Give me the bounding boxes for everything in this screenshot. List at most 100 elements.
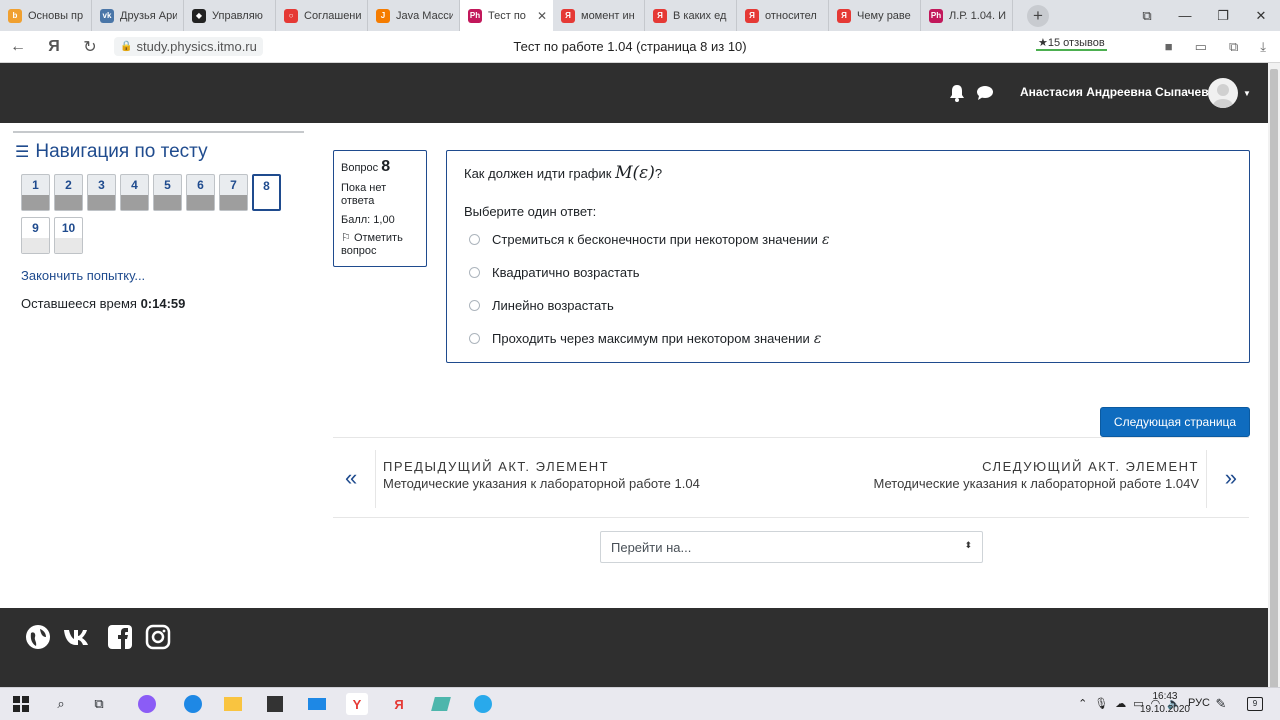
cloud-icon[interactable]: ☁: [1115, 697, 1126, 710]
page-scrollbar[interactable]: [1268, 63, 1280, 689]
answer-radio[interactable]: [469, 234, 480, 245]
file-explorer-icon[interactable]: [222, 693, 244, 715]
question-nav-button[interactable]: 5: [153, 174, 182, 211]
next-activity-heading[interactable]: СЛЕДУЮЩИЙ АКТ. ЭЛЕМЕНТ: [982, 459, 1199, 474]
back-icon[interactable]: ←: [0, 38, 36, 56]
browser-tab[interactable]: Я Чему раве: [829, 0, 921, 31]
browser-tab[interactable]: Ph Л.Р. 1.04. И: [921, 0, 1013, 31]
browser-tab[interactable]: Я В каких ед: [645, 0, 737, 31]
yandex-icon[interactable]: Я: [388, 693, 410, 715]
question-nav-button[interactable]: 1: [21, 174, 50, 211]
url-text: study.physics.itmo.ru: [136, 39, 257, 54]
url-field[interactable]: 🔒 study.physics.itmo.ru: [114, 37, 263, 56]
next-page-button[interactable]: Следующая страница: [1100, 407, 1250, 437]
finish-attempt-link[interactable]: Закончить попытку...: [21, 268, 304, 283]
previous-activity-arrow-icon[interactable]: «: [345, 465, 357, 491]
answer-radio[interactable]: [469, 300, 480, 311]
user-name[interactable]: Анастасия Андреевна Сыпачева: [1020, 85, 1215, 99]
pen-workspace-icon[interactable]: ✎: [1210, 693, 1232, 715]
windows-start-icon[interactable]: [10, 693, 32, 715]
question-info: Вопрос 8 Пока нет ответа Балл: 1,00 ⚐ От…: [333, 150, 427, 267]
close-tab-icon[interactable]: ✕: [537, 9, 547, 23]
store-icon[interactable]: [264, 693, 286, 715]
bookmark-icon[interactable]: ■: [1165, 39, 1173, 55]
tab-title: Управляю: [212, 9, 263, 22]
previous-activity-link[interactable]: Методические указания к лабораторной раб…: [383, 476, 700, 491]
avatar[interactable]: [1208, 78, 1238, 108]
chevron-down-icon[interactable]: ▼: [1243, 89, 1251, 98]
globe-icon[interactable]: [25, 624, 51, 650]
reviews-badge[interactable]: ★15 отзывов: [1036, 36, 1107, 51]
browser-tab[interactable]: b Основы пр: [0, 0, 92, 31]
time-left-value: 0:14:59: [140, 296, 186, 311]
chat-icon[interactable]: [976, 85, 994, 101]
next-activity-arrow-icon[interactable]: »: [1225, 465, 1237, 491]
question-nav-label: 6: [197, 178, 204, 192]
new-tab-button[interactable]: +: [1027, 5, 1049, 27]
minimize-button[interactable]: —: [1166, 0, 1204, 31]
browser-tab[interactable]: ◆ Управляю: [184, 0, 276, 31]
chevron-up-icon[interactable]: ⌃: [1078, 697, 1087, 710]
answer-option[interactable]: Квадратично возрастать: [469, 256, 829, 289]
browser-tab[interactable]: J Java Масси: [368, 0, 460, 31]
question-nav-label: 10: [61, 221, 76, 235]
answer-radio[interactable]: [469, 267, 480, 278]
close-window-button[interactable]: ✕: [1242, 0, 1280, 31]
app-icon[interactable]: [430, 693, 452, 715]
answer-symbol: ε: [813, 330, 822, 347]
divider: [375, 450, 376, 508]
microphone-icon[interactable]: 🎙: [1094, 697, 1108, 710]
answer-option[interactable]: Линейно возрастать: [469, 289, 829, 322]
question-nav-label: 5: [164, 178, 171, 192]
answer-radio[interactable]: [469, 333, 480, 344]
tab-title: момент ин: [581, 9, 635, 22]
question-nav-button[interactable]: 7: [219, 174, 248, 211]
flag-question-button[interactable]: ⚐ Отметить вопрос: [341, 232, 419, 258]
instagram-icon[interactable]: [145, 624, 171, 650]
question-nav-button[interactable]: 4: [120, 174, 149, 211]
browser-tabs: b Основы пр vk Друзья Ари ◆ Управляю ○ Соглашен…: [0, 0, 1013, 31]
taskbar-clock[interactable]: 16:43 19.10.2020: [1140, 690, 1190, 716]
browser-tab[interactable]: vk Друзья Ари: [92, 0, 184, 31]
question-content: Как должен идти график M(ε)? Выберите од…: [446, 150, 1250, 363]
question-text: Как должен идти график M(ε)?: [464, 163, 662, 183]
browser-tab[interactable]: Яотносител: [737, 0, 829, 31]
question-nav-button[interactable]: 9: [21, 217, 50, 254]
jump-to-select[interactable]: Перейти на... ⬍: [600, 531, 983, 563]
question-nav-button[interactable]: 8: [252, 174, 281, 211]
browser-tab[interactable]: Ph Тест по ✕: [460, 0, 553, 31]
facebook-icon[interactable]: [107, 624, 133, 650]
extensions-icon[interactable]: ⧉: [1229, 39, 1238, 55]
question-nav-button[interactable]: 2: [54, 174, 83, 211]
restore-button[interactable]: ❐: [1204, 0, 1242, 31]
alice-icon[interactable]: [136, 693, 158, 715]
task-view-icon[interactable]: ⧉: [88, 693, 110, 715]
answer-text: Квадратично возрастать: [492, 265, 640, 280]
tab-title: Java Масси: [396, 9, 453, 22]
search-icon[interactable]: ⌕: [50, 693, 72, 715]
notifications-icon[interactable]: 9: [1244, 693, 1266, 715]
telegram-icon[interactable]: [472, 693, 494, 715]
yandex-browser-icon[interactable]: Y: [346, 693, 368, 715]
scrollbar-thumb[interactable]: [1270, 69, 1278, 689]
answer-option[interactable]: Проходить через максимум при некотором з…: [469, 322, 829, 355]
reload-icon[interactable]: ↻: [72, 37, 108, 57]
windows-taskbar: ⌕ ⧉ Y Я ⌃ 🎙 ☁ ▭ ◠ 🔈 РУС 16:43 19.10.2020…: [0, 687, 1280, 720]
language-indicator[interactable]: РУС: [1188, 697, 1210, 710]
collections-icon[interactable]: ⧉: [1128, 0, 1166, 31]
download-icon[interactable]: ⤓: [1260, 39, 1266, 55]
browser-tab[interactable]: Ямомент ин: [553, 0, 645, 31]
answer-option[interactable]: Стремиться к бесконечности при некотором…: [469, 223, 829, 256]
question-nav-button[interactable]: 6: [186, 174, 215, 211]
edge-icon[interactable]: [182, 693, 204, 715]
mail-icon[interactable]: [306, 693, 328, 715]
next-activity-link[interactable]: Методические указания к лабораторной раб…: [874, 476, 1200, 491]
previous-activity-heading[interactable]: ПРЕДЫДУЩИЙ АКТ. ЭЛЕМЕНТ: [383, 459, 609, 474]
vk-icon[interactable]: [63, 624, 95, 650]
bell-icon[interactable]: [948, 84, 966, 102]
battery-icon[interactable]: ▭: [1195, 39, 1207, 55]
browser-tab[interactable]: ○ Соглашени: [276, 0, 368, 31]
yandex-icon[interactable]: Я: [36, 38, 72, 56]
question-nav-button[interactable]: 10: [54, 217, 83, 254]
question-nav-button[interactable]: 3: [87, 174, 116, 211]
